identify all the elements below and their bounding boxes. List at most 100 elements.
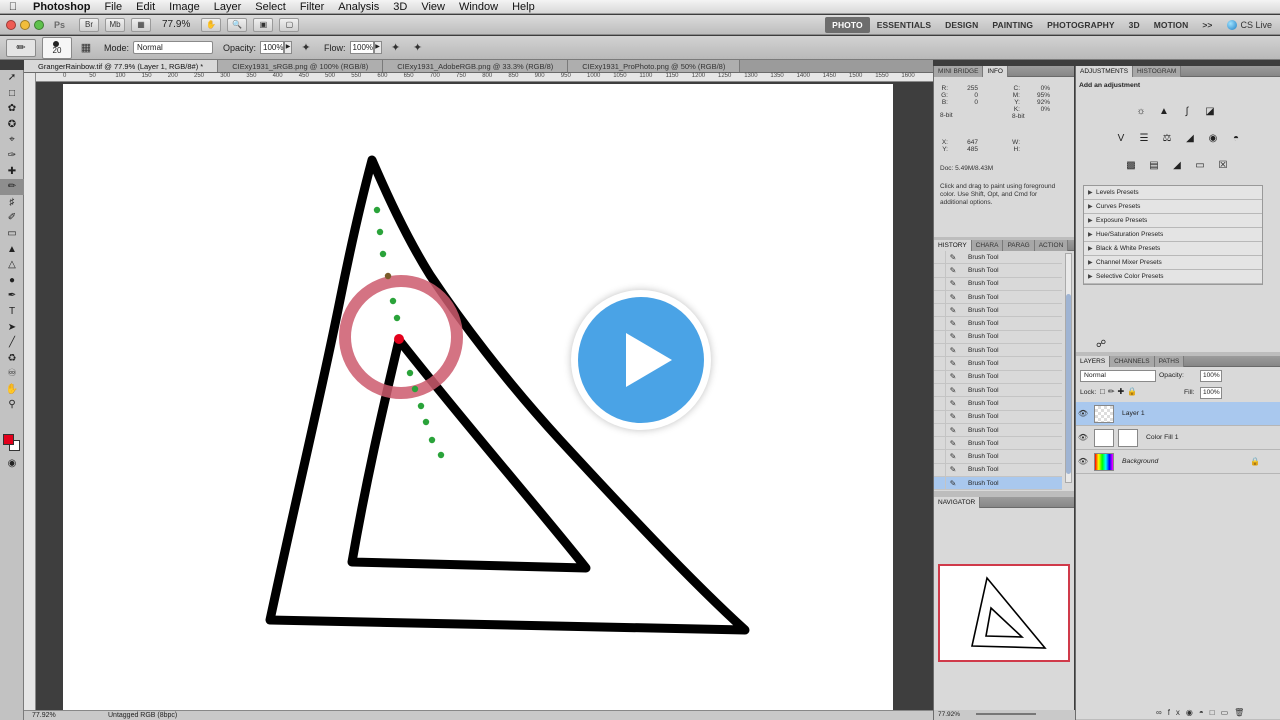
history-snapshot-source[interactable] [934, 251, 946, 264]
history-state[interactable]: ✎ Brush Tool [934, 410, 1062, 424]
mode-select[interactable]: Normal [133, 41, 214, 54]
history-state[interactable]: ✎ Brush Tool [934, 476, 1062, 491]
history-snapshot-source[interactable] [934, 476, 946, 490]
history-snapshot-source[interactable] [934, 396, 946, 411]
history-state[interactable]: ✎ Brush Tool [934, 251, 1062, 265]
history-snapshot-source[interactable] [934, 463, 946, 477]
history-state[interactable]: ✎ Brush Tool [934, 383, 1062, 398]
preset-selective-color[interactable]: ▶ Selective Color Presets [1084, 270, 1262, 284]
workspace-painting[interactable]: PAINTING [985, 17, 1040, 33]
tab-navigator[interactable]: NAVIGATOR [934, 496, 981, 508]
tab-adjustments[interactable]: ADJUSTMENTS [1076, 65, 1134, 77]
layer-row-layer-1[interactable]: 👁 Layer 1 [1076, 402, 1280, 426]
dodge-tool-icon[interactable]: ● [0, 273, 24, 289]
history-state[interactable]: ✎ Brush Tool [934, 396, 1062, 411]
history-state[interactable]: ✎ Brush Tool [934, 330, 1062, 345]
path-select-tool-icon[interactable]: ➤ [0, 320, 24, 336]
type-tool-icon[interactable]: T [0, 304, 24, 320]
launch-bridge-button[interactable]: Br [79, 17, 99, 32]
levels-icon[interactable]: ▲ [1157, 105, 1171, 119]
screen-mode-button[interactable]: ▢ [279, 17, 300, 32]
history-state[interactable]: ✎ Brush Tool [934, 356, 1062, 371]
clone-stamp-tool-icon[interactable]: ♯ [0, 195, 24, 211]
menu-edit[interactable]: Edit [129, 0, 162, 14]
zoom-tool-icon[interactable]: ⚲ [0, 397, 24, 413]
tab-ciexy-adobergb[interactable]: CIExy1931_AdobeRGB.png @ 33.3% (RGB/8) [383, 60, 569, 72]
black-white-icon[interactable]: ◢ [1183, 132, 1197, 146]
channel-mixer-icon[interactable]: ◓ [1229, 132, 1243, 146]
history-snapshot-source[interactable] [934, 423, 946, 437]
status-doc-info[interactable]: Untagged RGB (8bpc) [64, 712, 177, 719]
navigator-zoom-value[interactable]: 77.92% [938, 711, 960, 718]
video-play-button[interactable] [571, 290, 711, 430]
airbrush-icon[interactable]: ✦ [388, 40, 404, 56]
foreground-color-swatch[interactable] [3, 434, 14, 445]
arrange-documents-button[interactable]: ▣ [253, 17, 274, 32]
menu-app[interactable]: Photoshop [26, 0, 97, 14]
photo-filter-icon[interactable]: ◉ [1206, 132, 1220, 146]
history-snapshot-source[interactable] [934, 356, 946, 371]
workspace-3d[interactable]: 3D [1122, 17, 1147, 33]
layers-footer-icons[interactable]: ∞fx◉◓□▭🗑 [1156, 708, 1250, 717]
preset-levels[interactable]: ▶ Levels Presets [1084, 186, 1262, 200]
layer-fill-field[interactable]: 100% [1200, 387, 1222, 399]
workspace-design[interactable]: DESIGN [938, 17, 985, 33]
quick-mask-icon[interactable]: ◉ [0, 456, 24, 472]
launch-minibridge-button[interactable]: Mb [105, 17, 125, 32]
history-state[interactable]: ✎ Brush Tool [934, 463, 1062, 478]
invert-icon[interactable]: ▩ [1124, 159, 1138, 173]
vertical-ruler[interactable] [24, 73, 36, 710]
layer-name[interactable]: Layer 1 [1114, 410, 1145, 417]
vibrance-icon[interactable]: V [1114, 132, 1128, 146]
workspace-more-button[interactable]: >> [1195, 17, 1219, 33]
menu-analysis[interactable]: Analysis [331, 0, 386, 14]
layer-visibility-eye-icon[interactable]: 👁 [1076, 409, 1090, 418]
history-snapshot-source[interactable] [934, 436, 946, 450]
workspace-essentials[interactable]: ESSENTIALS [870, 17, 938, 33]
paint-bucket-tool-icon[interactable]: ▲ [0, 242, 24, 258]
history-state[interactable]: ✎ Brush Tool [934, 303, 1062, 318]
pen-tool-icon[interactable]: ✒ [0, 288, 24, 304]
hue-saturation-icon[interactable]: ☰ [1137, 132, 1151, 146]
history-snapshot-source[interactable] [934, 290, 946, 304]
history-snapshot-source[interactable] [934, 277, 946, 291]
adjustment-clip-icon[interactable]: ☍ [1096, 339, 1106, 350]
brush-preset-picker[interactable]: 20 [42, 36, 72, 59]
blur-tool-icon[interactable]: △ [0, 257, 24, 273]
gradient-map-icon[interactable]: ▭ [1193, 159, 1207, 173]
history-snapshot-source[interactable] [934, 303, 946, 317]
menu-window[interactable]: Window [452, 0, 505, 14]
brush-tool-icon[interactable]: ✏ [0, 179, 24, 195]
shape-tool-icon[interactable]: ╱ [0, 335, 24, 351]
menu-view[interactable]: View [414, 0, 452, 14]
history-snapshot-source[interactable] [934, 316, 946, 331]
document-canvas[interactable] [63, 84, 893, 710]
navigator-zoom-slider[interactable] [975, 713, 1036, 716]
exposure-icon[interactable]: ◪ [1203, 105, 1217, 119]
menu-layer[interactable]: Layer [207, 0, 249, 14]
minimize-window-button[interactable] [20, 19, 30, 30]
opacity-field[interactable]: 100% [260, 41, 285, 54]
tab-layers[interactable]: LAYERS [1076, 355, 1111, 367]
menu-select[interactable]: Select [248, 0, 293, 14]
history-snapshot-source[interactable] [934, 343, 946, 357]
layer-row-color-fill-1[interactable]: 👁 Color Fill 1 [1076, 426, 1280, 450]
history-snapshot-source[interactable] [934, 370, 946, 384]
history-state[interactable]: ✎ Brush Tool [934, 277, 1062, 291]
preset-exposure[interactable]: ▶ Exposure Presets [1084, 214, 1262, 228]
hand-tool-button[interactable]: ✋ [201, 17, 222, 32]
color-balance-icon[interactable]: ⚖ [1160, 132, 1174, 146]
move-tool-icon[interactable]: ➚ [0, 70, 24, 86]
tool-preset-picker[interactable]: ✏ [6, 38, 36, 57]
tab-actions[interactable]: ACTION [1034, 239, 1069, 251]
history-snapshot-source[interactable] [934, 263, 946, 278]
flow-field[interactable]: 100% [349, 41, 374, 54]
marquee-tool-icon[interactable]: □ [0, 86, 24, 102]
brush-panel-toggle-icon[interactable]: ▦ [78, 40, 94, 56]
layer-name[interactable]: Background [1114, 458, 1158, 465]
history-brush-tool-icon[interactable]: ✐ [0, 210, 24, 226]
preset-curves[interactable]: ▶ Curves Presets [1084, 200, 1262, 214]
tab-paths[interactable]: PATHS [1154, 355, 1185, 367]
history-state[interactable]: ✎ Brush Tool [934, 449, 1062, 464]
pressure-opacity-icon[interactable]: ✦ [298, 40, 314, 56]
